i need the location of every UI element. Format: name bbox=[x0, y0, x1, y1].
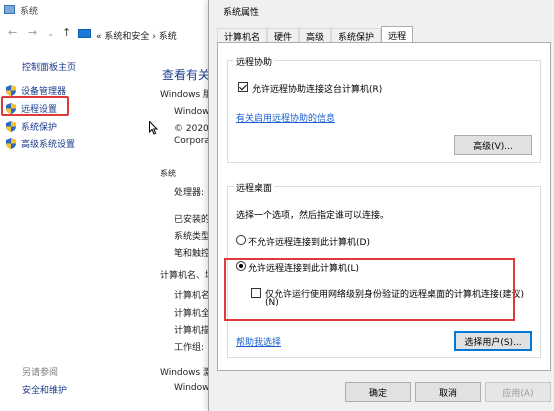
shield-icon bbox=[6, 84, 16, 96]
cancel-button[interactable]: 取消 bbox=[415, 382, 481, 402]
forward-button[interactable]: → bbox=[28, 27, 37, 39]
back-button[interactable]: ← bbox=[8, 27, 17, 39]
sidebar-item-label: 设备管理器 bbox=[21, 86, 67, 97]
remote-tab-panel: 远程协助 允许远程协助连接这台计算机(R) 有关启用远程协助的信息 高级(V).… bbox=[217, 42, 551, 371]
help-me-choose-link[interactable]: 帮助我选择 bbox=[236, 335, 281, 348]
deny-remote-radio[interactable] bbox=[236, 235, 246, 245]
highlight-box-remote-settings bbox=[1, 96, 69, 116]
edition-line: Window bbox=[174, 107, 210, 117]
dialog-title: 系统属性 bbox=[223, 8, 260, 18]
sidebar-item-system-protection[interactable]: 系统保护 bbox=[6, 118, 57, 134]
corporation-line: Corpora bbox=[174, 136, 210, 146]
description-label: 计算机描 bbox=[174, 326, 211, 336]
tab-computer-name[interactable]: 计算机名 bbox=[217, 28, 268, 43]
sidebar-item-label: 高级系统设置 bbox=[21, 139, 76, 150]
sidebar-item-advanced-settings[interactable]: 高级系统设置 bbox=[6, 135, 75, 151]
activation-heading: Windows 激 bbox=[160, 368, 213, 378]
installed-ram-label: 已安装的 bbox=[174, 215, 211, 225]
processor-label: 处理器: bbox=[174, 188, 205, 198]
edition-heading: Windows 版 bbox=[160, 90, 213, 100]
advanced-button[interactable]: 高级(V)... bbox=[454, 135, 532, 155]
sidebar-item-label: 系统保护 bbox=[21, 122, 58, 133]
deny-remote-label[interactable]: 不允许远程连接到此计算机(D) bbox=[248, 235, 370, 248]
allow-remote-assistance-label[interactable]: 允许远程协助连接这台计算机(R) bbox=[252, 82, 382, 95]
navigation-bar: ← → ⌄ ↑ « 系统和安全 › 系统 bbox=[0, 24, 210, 44]
page-title: 查看有关 bbox=[162, 68, 211, 82]
tab-hardware[interactable]: 硬件 bbox=[267, 28, 300, 43]
system-window-title: 系统 bbox=[20, 7, 39, 17]
recent-dropdown-icon[interactable]: ⌄ bbox=[47, 28, 55, 40]
highlight-box-allow-remote bbox=[224, 258, 515, 321]
mouse-cursor-icon bbox=[149, 121, 159, 135]
ok-button[interactable]: 确定 bbox=[345, 382, 411, 402]
workgroup-label: 工作组: bbox=[174, 343, 205, 353]
system-properties-dialog: 系统属性 计算机名 硬件 高级 系统保护 远程 远程协助 允许远程协助连接这台计… bbox=[208, 0, 554, 411]
computer-name-label: 计算机名 bbox=[174, 291, 211, 301]
remote-desktop-prompt: 选择一个选项，然后指定谁可以连接。 bbox=[236, 211, 390, 221]
remote-assistance-group: 远程协助 允许远程协助连接这台计算机(R) 有关启用远程协助的信息 高级(V).… bbox=[227, 55, 541, 163]
sidebar-home-link[interactable]: 控制面板主页 bbox=[22, 60, 76, 73]
computer-name-heading: 计算机名、域 bbox=[160, 271, 215, 281]
allow-remote-assistance-checkbox[interactable] bbox=[238, 82, 248, 92]
tab-advanced[interactable]: 高级 bbox=[299, 28, 332, 43]
select-users-button[interactable]: 选择用户(S)... bbox=[454, 331, 532, 351]
control-panel-icon bbox=[78, 29, 91, 38]
activation-line: Window bbox=[174, 383, 210, 393]
remote-assistance-info-link[interactable]: 有关启用远程协助的信息 bbox=[236, 111, 335, 124]
shield-icon bbox=[6, 137, 16, 149]
see-also-heading: 另请参阅 bbox=[22, 368, 59, 378]
tab-remote[interactable]: 远程 bbox=[381, 26, 414, 43]
up-button[interactable]: ↑ bbox=[62, 27, 71, 39]
full-name-label: 计算机全 bbox=[174, 309, 211, 319]
remote-assistance-legend: 远程协助 bbox=[234, 55, 275, 68]
remote-desktop-legend: 远程桌面 bbox=[234, 181, 275, 194]
address-breadcrumb[interactable]: « 系统和安全 › 系统 bbox=[96, 29, 177, 42]
pen-touch-label: 笔和触控 bbox=[174, 249, 211, 259]
tab-system-protection[interactable]: 系统保护 bbox=[331, 28, 382, 43]
system-window-icon bbox=[4, 5, 15, 14]
security-maintenance-link[interactable]: 安全和维护 bbox=[22, 383, 67, 396]
system-heading: 系统 bbox=[160, 169, 176, 178]
tab-strip: 计算机名 硬件 高级 系统保护 远程 bbox=[217, 26, 414, 43]
apply-button[interactable]: 应用(A) bbox=[485, 382, 551, 402]
shield-icon bbox=[6, 120, 16, 132]
system-type-label: 系统类型 bbox=[174, 232, 211, 242]
copyright-line: © 2020 bbox=[174, 124, 209, 134]
